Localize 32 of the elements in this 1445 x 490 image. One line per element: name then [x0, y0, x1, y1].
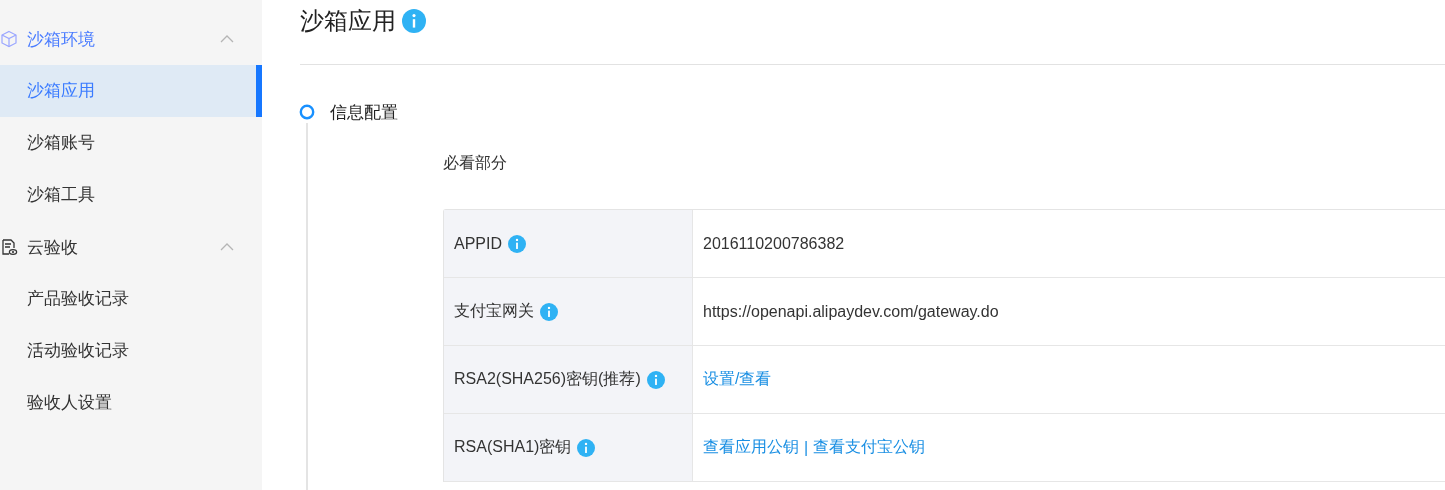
chevron-up-icon — [220, 35, 234, 43]
menu-group[interactable]: 云验收 — [0, 221, 262, 273]
section-title: 必看部分 — [443, 153, 508, 173]
menu-group-label: 云验收 — [27, 236, 79, 259]
document-icon — [0, 238, 18, 256]
field-label: 支付宝网关 — [454, 301, 534, 321]
info-icon — [508, 234, 526, 253]
link[interactable]: 设置/查看 — [703, 369, 772, 390]
info-icon — [577, 438, 596, 457]
menu-item[interactable]: 验收人设置 — [0, 377, 262, 429]
menu-item[interactable]: 活动验收记录 — [0, 325, 262, 377]
separator: | — [804, 438, 809, 457]
field-label: RSA2(SHA256)密钥(推荐) — [454, 369, 641, 389]
link[interactable]: 查看支付宝公钥 — [813, 437, 926, 458]
menu-item[interactable]: 沙箱账号 — [0, 117, 262, 169]
cube-icon — [0, 30, 18, 48]
info-icon — [402, 9, 426, 33]
chevron-up-icon — [220, 243, 234, 251]
info-icon — [646, 370, 665, 389]
step-circle-icon — [299, 104, 315, 120]
field-value: https://openapi.alipaydev.com/gateway.do — [703, 302, 999, 321]
menu-item[interactable]: 产品验收记录 — [0, 273, 262, 325]
field-label: APPID — [454, 234, 502, 253]
menu-item[interactable]: 沙箱工具 — [0, 169, 262, 221]
field-value: 2016110200786382 — [703, 234, 845, 253]
page-title: 沙箱应用 — [300, 6, 396, 36]
link[interactable]: 查看应用公钥 — [703, 437, 799, 458]
info-icon — [540, 302, 558, 321]
step-label: 信息配置 — [330, 101, 398, 124]
menu-group[interactable]: 沙箱环境 — [0, 13, 262, 65]
menu-group-label: 沙箱环境 — [27, 28, 96, 51]
field-label: RSA(SHA1)密钥 — [454, 437, 572, 457]
